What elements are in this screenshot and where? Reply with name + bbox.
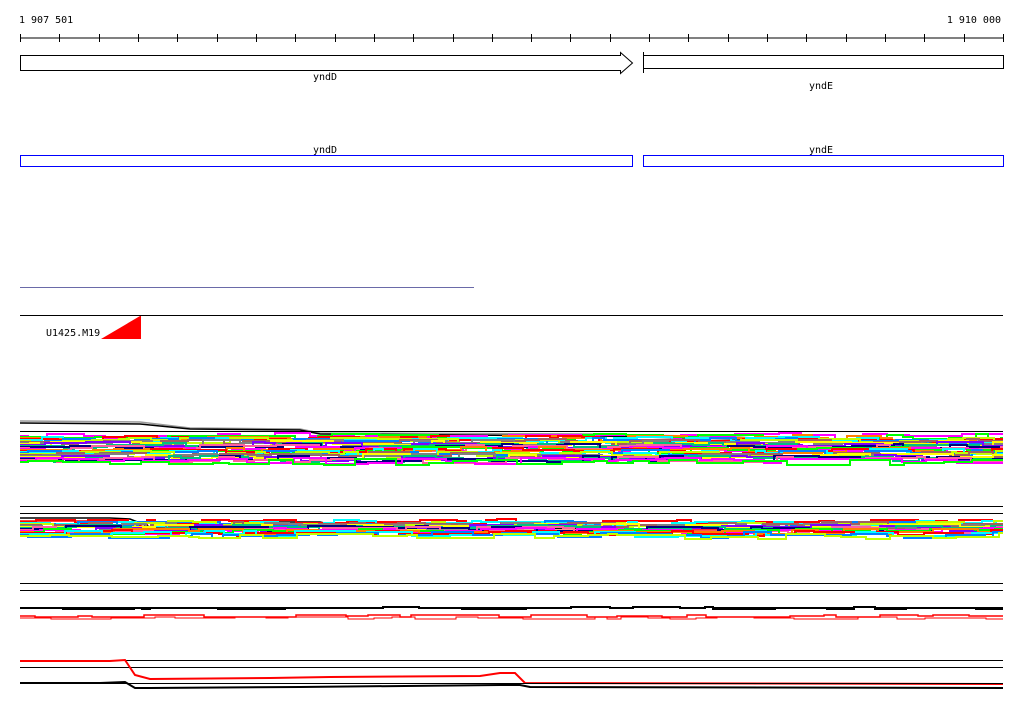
signal-trace [20, 658, 1004, 685]
gene-yndD-label: yndD [313, 72, 337, 83]
annotation-yndE-label: yndE [809, 145, 833, 156]
annotation-yndD-label: yndD [313, 145, 337, 156]
coordinate-ruler: 1 907 501 1 910 000 [19, 15, 1004, 42]
annotation-track: yndD yndE [20, 145, 1004, 167]
scale-triangle-icon [101, 316, 140, 339]
gene-yndE-box[interactable] [643, 55, 1004, 69]
ruler-end-label: 1 910 000 [947, 15, 1001, 26]
gene-yndD-arrow[interactable] [20, 51, 634, 75]
genome-browser-canvas: 1 907 501 1 910 000 yndD yndE yndD yndE … [19, 15, 1004, 689]
annotation-yndD-box[interactable] [20, 155, 633, 167]
gene-track: yndD yndE [20, 51, 1004, 92]
signal-panels [19, 420, 1004, 689]
annotation-yndE-box[interactable] [643, 155, 1004, 167]
ruler-start-label: 1 907 501 [19, 15, 73, 26]
track-label[interactable]: U1425.M19 [46, 328, 100, 339]
gene-yndE-label: yndE [809, 81, 833, 92]
